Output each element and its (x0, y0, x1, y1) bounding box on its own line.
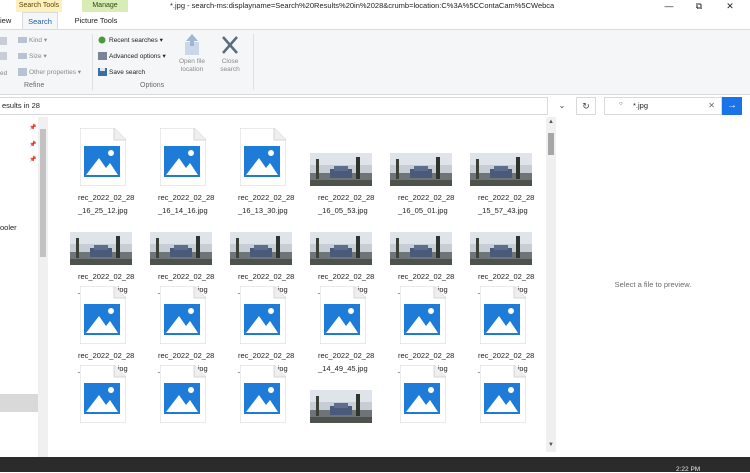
arrow-right-icon: → (727, 100, 737, 111)
navigation-pane: 📌 📌 📌 ooler (0, 117, 48, 472)
image-file-icon (239, 364, 287, 424)
image-file-icon (399, 364, 447, 424)
tab-manage[interactable]: Manage (82, 0, 128, 12)
save-search-button[interactable]: Save search (98, 68, 145, 77)
pin-icon[interactable]: 📌 (29, 125, 36, 131)
tab-picture-tools[interactable]: Picture Tools (68, 12, 124, 29)
close-search-icon (222, 36, 238, 54)
tab-search-tools[interactable]: Search Tools (16, 0, 62, 12)
partial-icon (0, 52, 7, 60)
recent-searches-icon (98, 36, 107, 44)
image-file-icon (319, 285, 367, 345)
advanced-options-icon (98, 52, 107, 61)
photo-thumbnail (310, 232, 372, 265)
photo-thumbnail (150, 232, 212, 265)
save-icon (98, 68, 107, 77)
image-file-icon (79, 127, 127, 187)
address-dropdown-icon[interactable]: ⌄ (552, 97, 572, 115)
close-button[interactable]: ✕ (716, 0, 744, 12)
refresh-icon: ↻ (582, 101, 590, 111)
file-item[interactable] (470, 354, 538, 454)
advanced-options-button[interactable]: Advanced options ▾ (98, 52, 166, 61)
open-file-location-button[interactable]: Open file location (171, 34, 213, 74)
image-file-icon (79, 364, 127, 424)
image-file-icon (239, 127, 287, 187)
tab-search[interactable]: Search (22, 12, 58, 29)
address-bar[interactable]: esults in 28 (0, 97, 548, 115)
image-file-icon (159, 285, 207, 345)
close-search-label-1: Close (221, 58, 239, 65)
photo-thumbnail (310, 153, 372, 186)
photo-thumbnail (310, 390, 372, 423)
restore-button[interactable]: ⧉ (685, 0, 713, 12)
search-icon: ○ (619, 101, 623, 107)
title-bar: Search Tools Manage *.jpg - search-ms:di… (0, 0, 750, 12)
file-item[interactable] (230, 354, 298, 454)
scroll-up-icon[interactable]: ▲ (546, 119, 556, 127)
group-label-refine: Refine (24, 82, 45, 89)
image-file-icon (479, 285, 527, 345)
minimize-button[interactable]: — (655, 0, 683, 12)
image-file-icon (79, 285, 127, 345)
photo-thumbnail (70, 232, 132, 265)
search-go-button[interactable]: → (722, 97, 742, 115)
image-file-icon (159, 364, 207, 424)
photo-thumbnail (470, 153, 532, 186)
size-button[interactable]: Size ▾ (18, 52, 47, 61)
file-item[interactable] (310, 354, 378, 454)
nav-selected-item[interactable] (0, 394, 38, 412)
ribbon-separator (92, 34, 93, 90)
content-scrollbar[interactable]: ▲ ▼ (546, 117, 556, 452)
scrollbar-thumb[interactable] (548, 133, 554, 155)
properties-icon (18, 68, 27, 77)
tab-view[interactable]: iew (0, 12, 12, 29)
image-file-icon (399, 285, 447, 345)
kind-icon (18, 36, 27, 44)
pin-icon[interactable]: 📌 (29, 142, 36, 148)
photo-thumbnail (390, 232, 452, 265)
taskbar: 2:22 PM (0, 457, 750, 473)
recent-searches-button[interactable]: Recent searches ▾ (98, 36, 163, 45)
partial-label: ed (0, 70, 8, 77)
preview-pane: Select a file to preview. (556, 117, 750, 457)
nav-scrollbar-thumb[interactable] (40, 129, 46, 257)
close-search-button[interactable]: Close search (209, 34, 251, 74)
open-file-location-label-2: location (180, 66, 204, 73)
file-item[interactable] (150, 354, 218, 454)
search-input[interactable]: ○ *.jpg ✕ (604, 97, 722, 115)
ribbon: ed Kind ▾ Size ▾ Other properties ▾ Refi… (0, 29, 750, 95)
preview-message: Select a file to preview. (614, 280, 692, 289)
ribbon-separator (253, 34, 254, 90)
file-grid: rec_2022_02_28_16_25_12.jpg rec_2022_02_2… (48, 117, 556, 472)
file-item[interactable] (70, 354, 138, 454)
size-icon (18, 52, 27, 60)
nav-item-label[interactable]: ooler (0, 223, 17, 232)
clear-search-icon[interactable]: ✕ (708, 98, 715, 114)
nav-scrollbar[interactable] (38, 117, 48, 472)
address-row: esults in 28 ⌄ ↻ ○ *.jpg ✕ → (0, 95, 750, 117)
group-label-options: Options (140, 82, 165, 89)
open-file-location-icon (185, 34, 199, 55)
kind-button[interactable]: Kind ▾ (18, 36, 47, 45)
image-file-icon (239, 285, 287, 345)
photo-thumbnail (390, 153, 452, 186)
refresh-button[interactable]: ↻ (576, 97, 596, 115)
ribbon-tabs: iew Search Picture Tools (0, 12, 750, 29)
image-file-icon (159, 127, 207, 187)
close-search-label-2: search (220, 66, 240, 73)
photo-thumbnail (230, 232, 292, 265)
window-title: *.jpg - search-ms:displayname=Search%20R… (170, 1, 555, 10)
search-input-value: *.jpg (633, 101, 649, 110)
image-file-icon (479, 364, 527, 424)
pin-icon[interactable]: 📌 (29, 157, 36, 163)
partial-icon (0, 37, 7, 45)
file-item[interactable] (390, 354, 458, 454)
photo-thumbnail (470, 232, 532, 265)
open-file-location-label-1: Open file (178, 58, 206, 65)
scroll-down-icon[interactable]: ▼ (546, 442, 556, 450)
other-properties-button[interactable]: Other properties ▾ (18, 68, 81, 77)
